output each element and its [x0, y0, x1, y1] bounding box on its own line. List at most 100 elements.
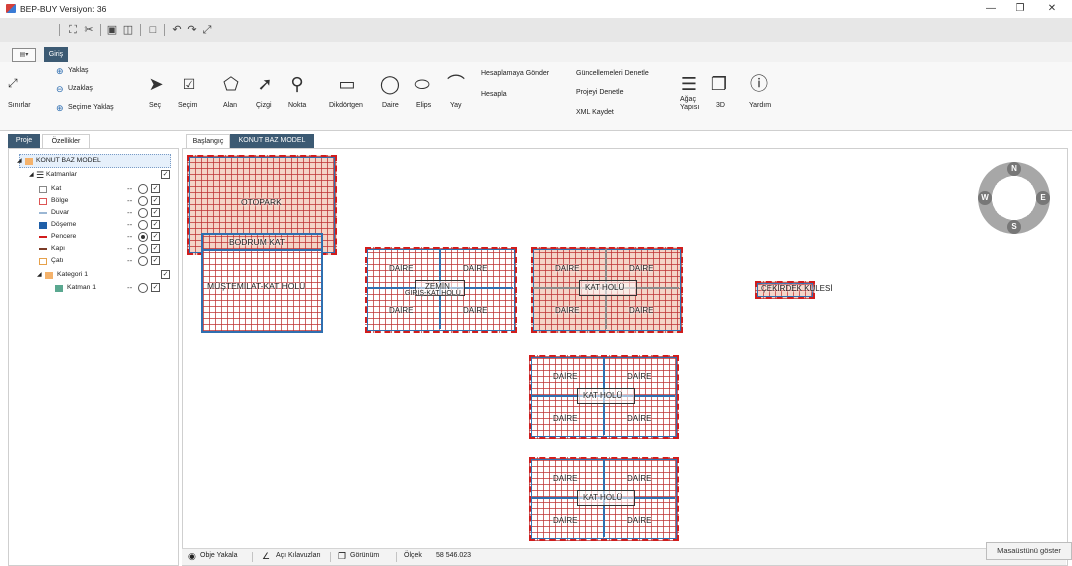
save-xml-button[interactable]: XML Kaydet: [576, 109, 614, 116]
expand-icon[interactable]: ◢: [37, 269, 42, 281]
minimize-icon[interactable]: —: [979, 2, 1003, 16]
active-radio[interactable]: [138, 208, 148, 218]
selection-icon: ☑: [182, 76, 196, 92]
area-button[interactable]: Alan: [223, 102, 237, 109]
rectangle-button[interactable]: Dikdörtgen: [329, 102, 363, 109]
visibility-checkbox[interactable]: ✓: [151, 208, 160, 217]
room-label: DAİRE: [555, 306, 580, 315]
rectangle-icon: ▭: [338, 74, 356, 94]
visibility-checkbox[interactable]: ✓: [151, 232, 160, 241]
line-button[interactable]: Çizgi: [256, 102, 272, 109]
fullscreen-icon[interactable]: ⤢: [200, 23, 214, 37]
plan-zemin[interactable]: DAİRE DAİRE ZEMİN GİRİŞ-KAT HOLÜ DAİRE D…: [365, 247, 517, 333]
visibility-checkbox[interactable]: ✓: [151, 220, 160, 229]
open-file-icon[interactable]: ✂: [82, 23, 96, 37]
drawing-canvas[interactable]: OTOPARK BODRUM KAT MÜŞTEMİLAT-KAT HOLÜ D…: [182, 148, 1068, 566]
tab-giris[interactable]: Giriş: [44, 47, 68, 62]
select-button[interactable]: Seç: [149, 102, 161, 109]
layers-checkbox[interactable]: ✓: [161, 170, 170, 179]
compass-west[interactable]: W: [978, 191, 992, 205]
tree-item-cati[interactable]: Çatı -- ✓: [39, 255, 174, 267]
compass-north[interactable]: N: [1007, 162, 1021, 176]
save-icon[interactable]: ▣: [105, 23, 119, 37]
dash: --: [127, 208, 133, 217]
separator: [252, 552, 253, 562]
category-checkbox[interactable]: ✓: [161, 270, 170, 279]
tree-item-label: Bölge: [51, 197, 69, 204]
redo-icon[interactable]: ↷: [185, 23, 199, 37]
room-label: DAİRE: [627, 414, 652, 423]
tree-item-kat[interactable]: Kat -- ✓: [39, 183, 174, 195]
zoom-selection-button[interactable]: Seçime Yaklaş: [68, 104, 114, 111]
tree-category[interactable]: ◢ Kategori 1 ✓: [37, 269, 174, 281]
plan-kat-3[interactable]: DAİRE DAİRE KAT HOLÜ DAİRE DAİRE: [529, 457, 679, 541]
active-radio[interactable]: [138, 283, 148, 293]
app-menu-button[interactable]: ▤▾: [12, 48, 36, 62]
compass[interactable]: N S W E: [978, 162, 1050, 234]
point-button[interactable]: Nokta: [288, 102, 306, 109]
ellipse-button[interactable]: Elips: [416, 102, 431, 109]
room-label: ÇEKİRDEK KULESİ: [761, 284, 833, 293]
angle-icon: ∠: [262, 551, 271, 561]
plan-kat-1[interactable]: DAİRE DAİRE KAT HOLÜ DAİRE DAİRE: [531, 247, 683, 333]
tree-item-duvar[interactable]: Duvar -- ✓: [39, 207, 174, 219]
tree-sublayer-label: Katman 1: [67, 284, 97, 291]
tab-konut-baz-model[interactable]: KONUT BAZ MODEL: [230, 134, 314, 148]
compass-east[interactable]: E: [1036, 191, 1050, 205]
active-radio[interactable]: [138, 244, 148, 254]
view-button[interactable]: Görünüm: [350, 552, 379, 559]
calc-button[interactable]: Hesapla: [481, 91, 507, 98]
tree-item-pencere[interactable]: Pencere -- ✓: [39, 231, 174, 243]
send-calc-button[interactable]: Hesaplamaya Gönder: [481, 70, 549, 77]
check-project-button[interactable]: Projeyi Denetle: [576, 89, 623, 96]
tree-button[interactable]: Ağaç Yapısı: [680, 96, 699, 112]
zoom-out-button[interactable]: Uzaklaş: [68, 85, 93, 92]
plan-cekirdek[interactable]: ÇEKİRDEK KULESİ: [755, 281, 833, 299]
tree-item-kapi[interactable]: Kapı -- ✓: [39, 243, 174, 255]
restore-icon[interactable]: ❐: [1008, 2, 1032, 16]
tree-item-doseme[interactable]: Döşeme -- ✓: [39, 219, 174, 231]
new-file-icon[interactable]: ⛶: [66, 23, 80, 37]
tab-baslangic[interactable]: Başlangıç: [186, 134, 230, 149]
angle-guides-toggle[interactable]: Açı Kılavuzları: [276, 552, 321, 559]
visibility-checkbox[interactable]: ✓: [151, 196, 160, 205]
tab-proje[interactable]: Proje: [8, 134, 40, 148]
plan-kat-2[interactable]: DAİRE DAİRE KAT HOLÜ DAİRE DAİRE: [529, 355, 679, 439]
active-radio[interactable]: [138, 220, 148, 230]
tree-root[interactable]: ◢ KONUT BAZ MODEL: [17, 154, 171, 168]
3d-button[interactable]: 3D: [716, 102, 725, 109]
snap-toggle[interactable]: Obje Yakala: [200, 552, 238, 559]
active-radio[interactable]: [138, 256, 148, 266]
active-radio[interactable]: [138, 184, 148, 194]
close-icon[interactable]: ✕: [1040, 2, 1064, 16]
visibility-checkbox[interactable]: ✓: [151, 283, 160, 292]
scale-value: 58 546.023: [436, 552, 472, 559]
expand-icon[interactable]: ◢: [17, 155, 22, 167]
tree-item-label: Duvar: [51, 209, 70, 216]
expand-icon[interactable]: ◢: [29, 169, 34, 181]
layers-icon: ☰: [36, 170, 45, 180]
undo-icon[interactable]: ↶: [170, 23, 184, 37]
visibility-checkbox[interactable]: ✓: [151, 184, 160, 193]
help-button[interactable]: Yardım: [749, 102, 771, 109]
circle-button[interactable]: Daire: [382, 102, 399, 109]
tree-sublayer[interactable]: Katman 1 -- ✓: [55, 282, 175, 294]
limits-button[interactable]: Sınırlar: [8, 102, 31, 109]
save-all-icon[interactable]: ◫: [121, 23, 135, 37]
tab-ozellikler[interactable]: Özellikler: [42, 134, 90, 149]
tree-layers[interactable]: ◢ ☰ Katmanlar ✓: [29, 169, 174, 181]
compass-south[interactable]: S: [1007, 220, 1021, 234]
active-radio[interactable]: [138, 196, 148, 206]
document-icon[interactable]: □: [146, 23, 160, 37]
tree-item-bolge[interactable]: Bölge -- ✓: [39, 195, 174, 207]
check-updates-button[interactable]: Güncellemeleri Denetle: [576, 70, 649, 77]
selection-button[interactable]: Seçim: [178, 102, 197, 109]
visibility-checkbox[interactable]: ✓: [151, 244, 160, 253]
plan-mustemilat[interactable]: MÜŞTEMİLAT-KAT HOLÜ: [201, 249, 323, 333]
zoom-in-button[interactable]: Yaklaş: [68, 67, 89, 74]
zoom-out-icon: ⊖: [56, 84, 64, 94]
visibility-checkbox[interactable]: ✓: [151, 256, 160, 265]
arc-button[interactable]: Yay: [450, 102, 462, 109]
active-radio[interactable]: [138, 232, 148, 242]
room-label: DAİRE: [389, 264, 414, 273]
